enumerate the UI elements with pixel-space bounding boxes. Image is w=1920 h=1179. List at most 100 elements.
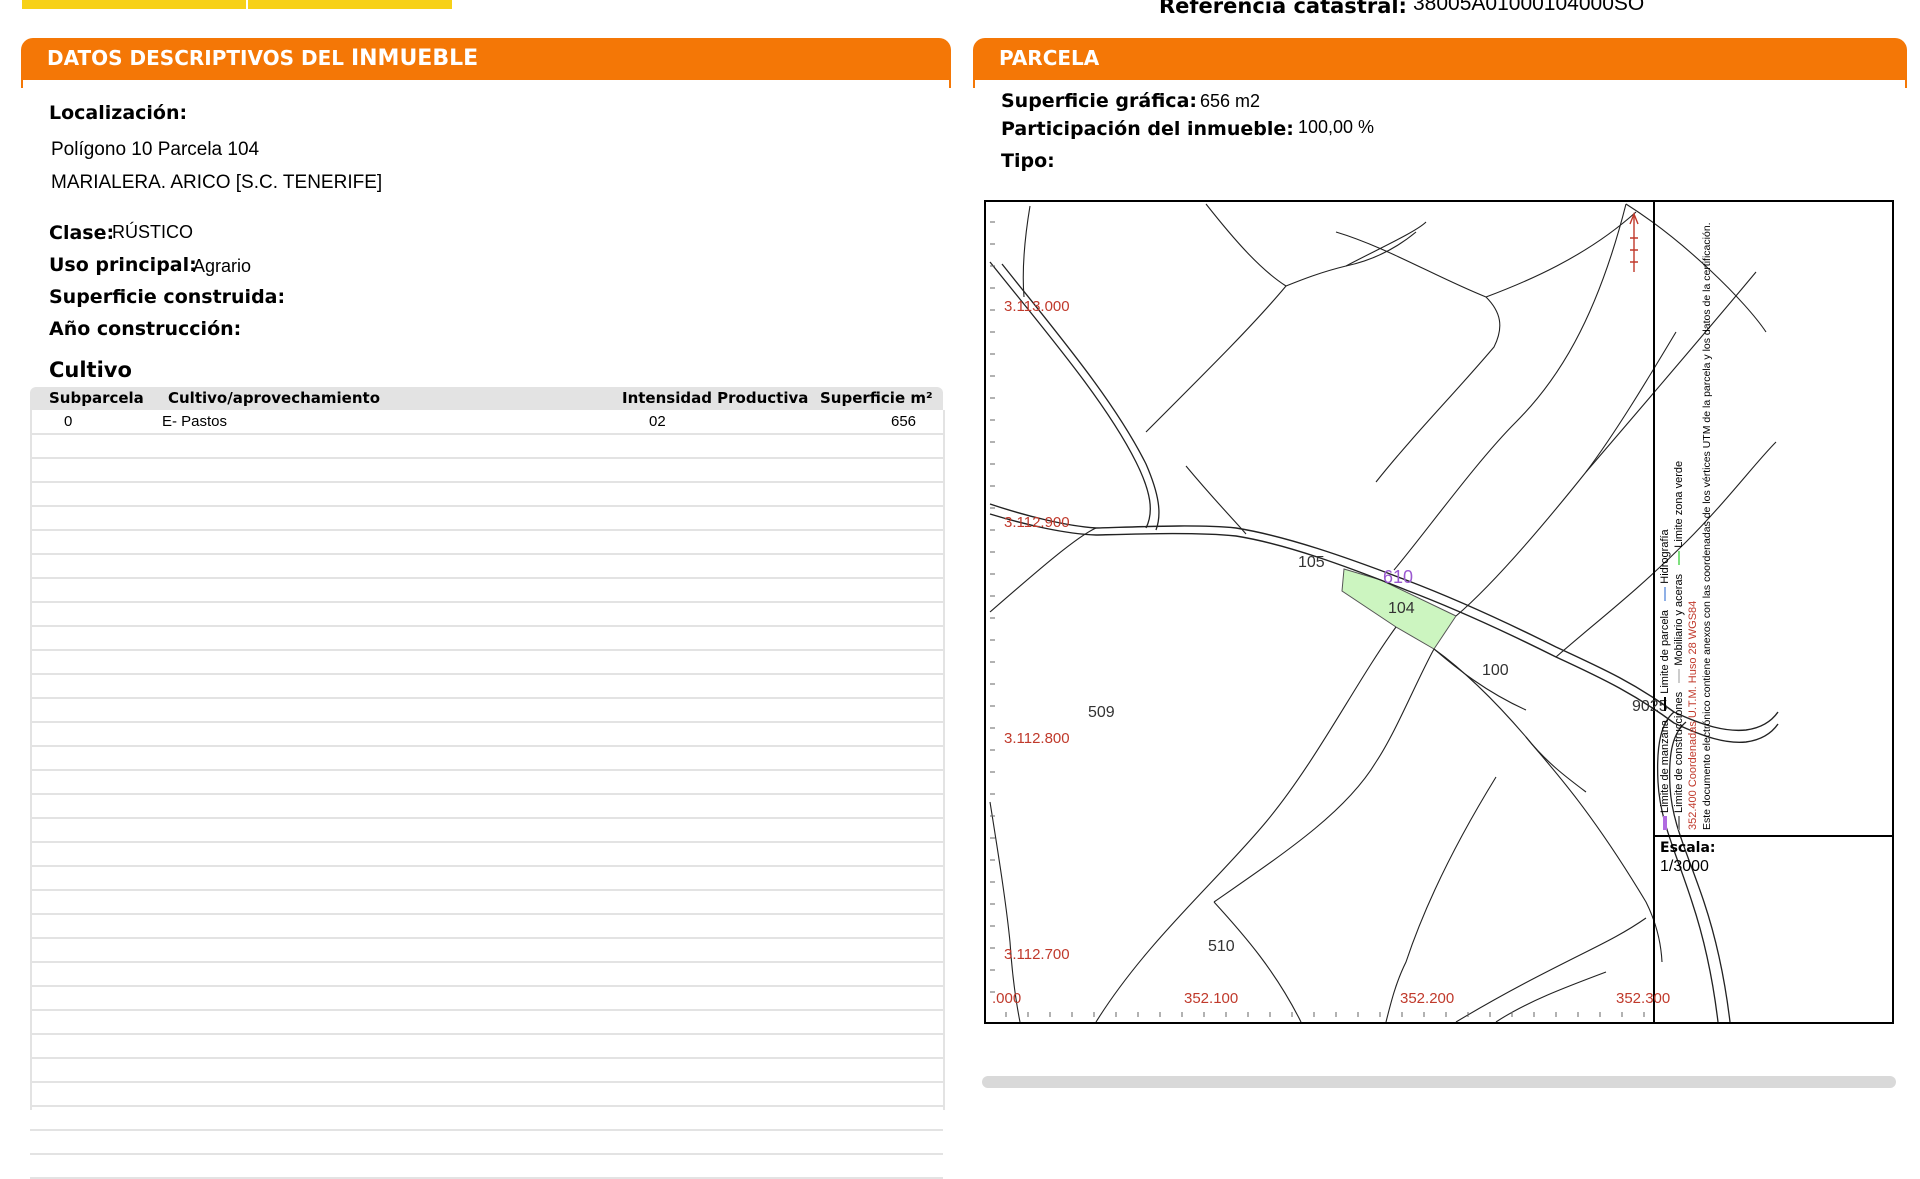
table-row-empty (30, 506, 943, 531)
th-subparcela: Subparcela (49, 389, 144, 407)
legend-item: Limite zona verde (1673, 460, 1685, 548)
north-arrow-icon (1629, 212, 1639, 272)
th-cultivo: Cultivo/aprovechamiento (168, 389, 381, 407)
participacion-label: Participación del inmueble: (1001, 118, 1294, 140)
superficie-grafica-label: Superficie gráfica: (1001, 90, 1197, 112)
legend-row-1: Limite de manzana Limite de parcela Hidr… (1658, 210, 1672, 830)
y-label: 3.113.000 (1004, 298, 1070, 315)
clase-value: RÚSTICO (112, 222, 193, 242)
parcela-title: PARCELA (999, 46, 1100, 70)
polygon-label-610: 610 (1383, 567, 1414, 587)
legend-item: Limite de manzana (1659, 719, 1671, 813)
section-border-left (21, 78, 951, 88)
table-row-empty (30, 458, 943, 483)
section-title-part2: INMUEBLE (350, 46, 479, 71)
doc-note: Este documento electrónico contiene anex… (1701, 222, 1713, 830)
cultivo-table: Subparcela Cultivo/aprovechamiento Inten… (30, 387, 945, 1179)
localizacion-line1: Polígono 10 Parcela 104 (51, 139, 260, 160)
uso-principal-value: Agrario (193, 256, 252, 276)
table-row-empty (30, 1058, 943, 1083)
table-row-empty (30, 818, 943, 843)
legend-item: Limite de construcciones (1673, 691, 1685, 813)
parcel-label-510: 510 (1208, 938, 1235, 955)
x-label: 352.100 (1184, 990, 1239, 1007)
parcel-label-100: 100 (1482, 662, 1509, 679)
table-row-empty (30, 770, 943, 795)
legend-color-purple (1663, 816, 1668, 830)
tipo-label: Tipo: (1001, 150, 1055, 172)
cell-cultivo: E- Pastos (162, 413, 228, 430)
x-label: 352.300 (1616, 990, 1671, 1007)
x-label: 352.200 (1400, 990, 1455, 1007)
table-row-empty (30, 674, 943, 699)
legend-color-blue (1664, 586, 1667, 601)
legend-row-2: Limite de construcciones Mobiliario y ac… (1672, 210, 1686, 830)
legend-item: Mobiliario y aceras (1673, 573, 1685, 666)
table-row: 0 E- Pastos 02 656 (30, 410, 943, 435)
table-row-empty (30, 530, 943, 555)
y-label: 3.112.700 (1004, 946, 1070, 963)
scale-value: 1/3000 (1660, 858, 1709, 875)
superficie-grafica-value: 656 m2 (1200, 91, 1261, 111)
table-row-empty (30, 1106, 943, 1131)
parcel-label-105: 105 (1298, 554, 1325, 571)
ref-catastral-value: 38005A01000104000SO (1413, 0, 1645, 15)
parcel-map: 3.113.000 3.112.900 3.112.800 3.112.700 … (984, 200, 1894, 1024)
table-row-empty (30, 554, 943, 579)
table-row-empty (30, 1010, 943, 1035)
section-title-part1: DATOS DESCRIPTIVOS DEL (47, 46, 344, 70)
th-intensidad: Intensidad Productiva (622, 389, 809, 407)
table-row-empty (30, 746, 943, 771)
section-border-right (973, 78, 1907, 88)
parcel-label-104: 104 (1388, 600, 1415, 617)
x-label: .000 (992, 990, 1022, 1007)
table-row-empty (30, 698, 943, 723)
participacion-value: 100,00 % (1298, 117, 1375, 137)
y-label: 3.112.900 (1004, 514, 1070, 531)
table-row-empty (30, 842, 943, 867)
cultivo-title: Cultivo (49, 358, 132, 382)
table-row-empty (30, 602, 943, 627)
map-svg (989, 202, 1892, 1022)
table-row-empty (30, 578, 943, 603)
table-row-empty (30, 650, 943, 675)
scale-label: Escala: (1660, 840, 1716, 856)
table-row-empty (30, 1082, 943, 1107)
next-section-header (982, 1076, 1896, 1088)
cell-superficie: 656 (891, 413, 917, 430)
legend-color-lightgray (1678, 668, 1681, 683)
legend-color-gray (1678, 816, 1681, 830)
ref-catastral-label: Referencia catastral: (1159, 0, 1407, 18)
legend-block: Limite de manzana Limite de parcela Hidr… (1658, 210, 1730, 830)
localizacion-label: Localización: (49, 102, 188, 124)
legend-item: Hidrografía (1659, 529, 1671, 584)
table-row-empty (30, 890, 943, 915)
localizacion-line2: MARIALERA. ARICO [S.C. TENERIFE] (51, 172, 383, 193)
table-row-empty (30, 866, 943, 891)
coords-note: 352.400 Coordenadas U.T.M. Huso 28 WGS84 (1687, 600, 1699, 830)
table-row-empty (30, 986, 943, 1011)
th-superficie: Superficie m² (820, 389, 933, 407)
top-bar-right (248, 0, 452, 9)
table-row-empty (30, 1154, 943, 1179)
table-row-empty (30, 938, 943, 963)
table-row-empty (30, 962, 943, 987)
legend-item: Limite de parcela (1659, 609, 1671, 694)
parcel-label-509: 509 (1088, 704, 1115, 721)
legend-color-green (1678, 550, 1681, 565)
uso-principal-label: Uso principal: (49, 254, 197, 276)
legend-color-black (1664, 696, 1667, 711)
table-row-empty (30, 722, 943, 747)
cell-subparcela: 0 (64, 413, 73, 430)
table-row-empty (30, 1034, 943, 1059)
table-row-empty (30, 626, 943, 651)
y-label: 3.112.800 (1004, 730, 1070, 747)
cell-intensidad: 02 (649, 413, 666, 430)
table-row-empty (30, 434, 943, 459)
table-row-empty (30, 794, 943, 819)
top-bar-left (22, 0, 246, 9)
superficie-construida-label: Superficie construida: (49, 286, 286, 308)
anio-construccion-label: Año construcción: (49, 318, 242, 340)
section-header-parcela: PARCELA (973, 38, 1907, 80)
clase-label: Clase: (49, 222, 115, 244)
